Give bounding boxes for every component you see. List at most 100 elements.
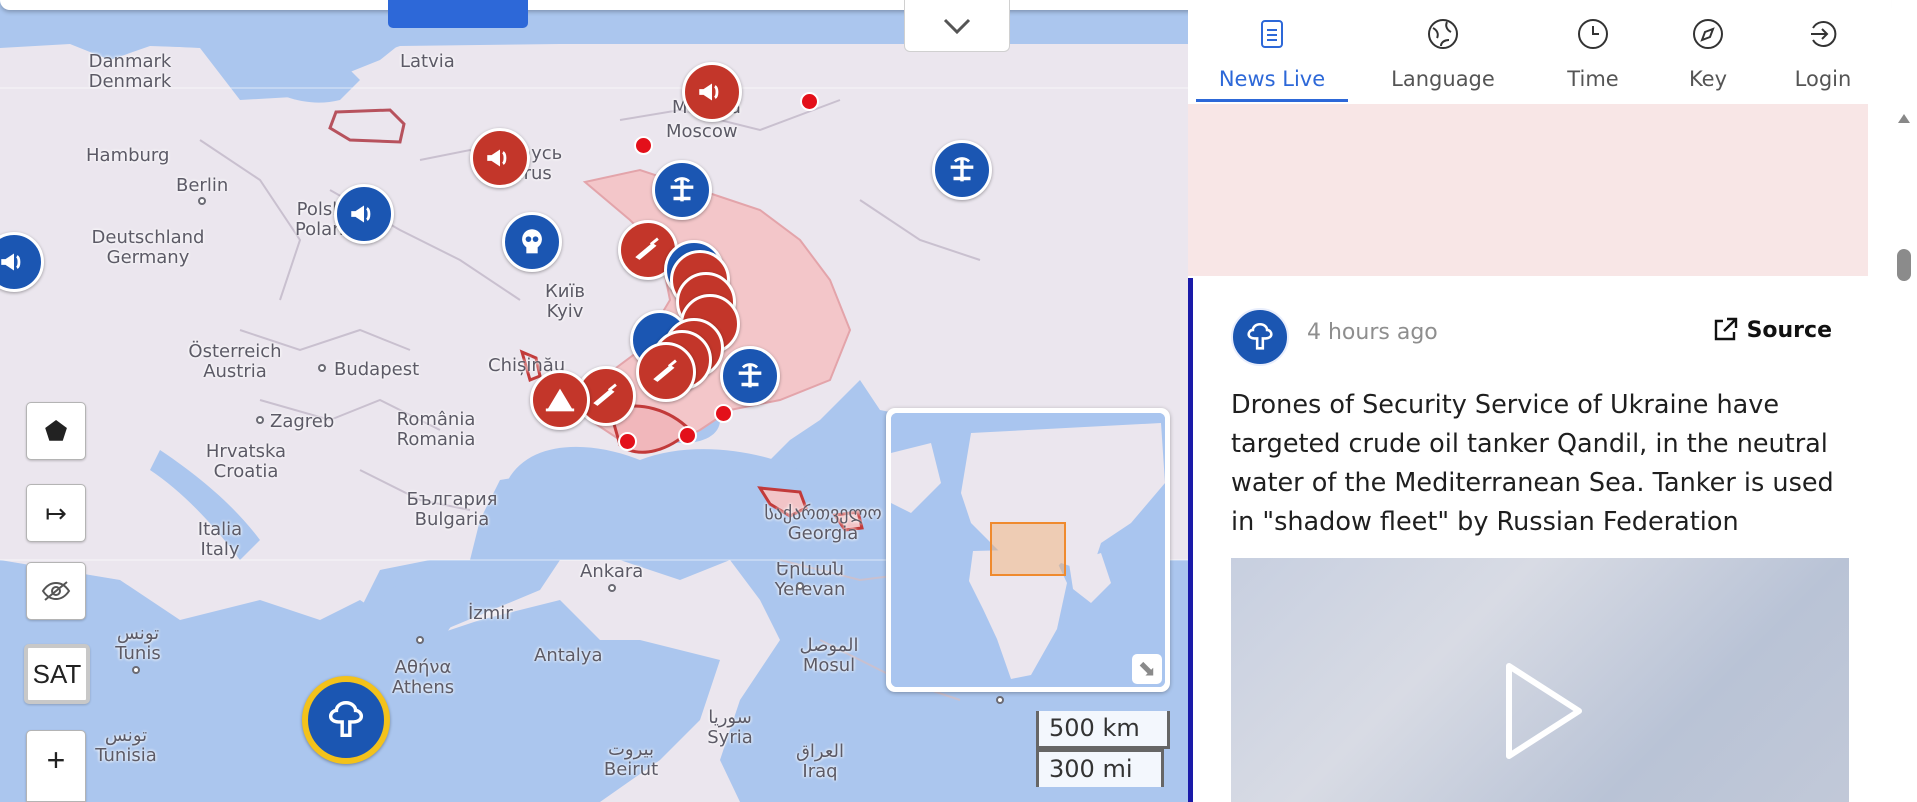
event-dot[interactable] — [634, 136, 653, 155]
map-label-budapest: Budapest — [334, 359, 420, 380]
city-dot — [132, 666, 140, 674]
map-label-hamburg: Hamburg — [86, 145, 170, 166]
overview-minimap[interactable]: ⬊ — [886, 408, 1170, 692]
event-dot[interactable] — [678, 426, 697, 445]
map-label-mosul: الموصل Mosul — [799, 635, 859, 676]
document-icon — [1255, 17, 1289, 51]
camp-event-marker[interactable] — [530, 370, 590, 430]
eye-off-icon — [41, 581, 71, 601]
side-panel: News Live Language Time Key Login 4 hour… — [1188, 0, 1891, 802]
tab-time[interactable]: Time — [1538, 0, 1648, 102]
city-dot — [256, 416, 264, 424]
play-icon[interactable] — [1491, 656, 1591, 766]
post-timestamp: 4 hours ago — [1307, 320, 1438, 345]
event-dot[interactable] — [714, 404, 733, 423]
rifle-icon — [593, 383, 617, 406]
map-label-athens: Αθήνα Athens — [391, 657, 455, 698]
event-dot[interactable] — [800, 92, 819, 111]
plus-icon: + — [46, 741, 66, 778]
tab-label: Login — [1794, 67, 1852, 91]
megaphone-icon — [699, 83, 719, 101]
primary-toolbar-button[interactable] — [388, 0, 528, 28]
tab-login[interactable]: Login — [1768, 0, 1878, 102]
draw-polygon-button[interactable]: ⬟ — [26, 402, 86, 460]
news-feed-item[interactable]: 4 hours ago Source Drones of Security Se… — [1188, 278, 1868, 802]
polygon-icon: ⬟ — [44, 415, 68, 446]
video-player[interactable] — [1231, 558, 1849, 802]
expand-arrow-icon: ⬊ — [1137, 656, 1157, 681]
map-label-tunisia: تونس Tunisia — [95, 725, 157, 766]
antenna-event-marker[interactable] — [932, 140, 992, 200]
external-link-icon — [1714, 317, 1737, 341]
explosion-icon — [328, 701, 364, 738]
toggle-visibility-button[interactable] — [26, 562, 86, 620]
city-dot — [796, 582, 804, 590]
rifle-icon — [635, 237, 659, 260]
collapse-toolbar-button[interactable] — [904, 0, 1010, 52]
map-label-izmir: İzmir — [468, 603, 513, 624]
tab-key[interactable]: Key — [1648, 0, 1768, 102]
map-label-berlin: Berlin — [176, 175, 229, 196]
scale-km: 500 km — [1036, 711, 1170, 749]
rifle-icon — [653, 359, 677, 382]
antenna-event-marker[interactable] — [720, 346, 780, 406]
panel-scrollbar[interactable] — [1891, 104, 1917, 802]
antenna-icon — [670, 177, 694, 202]
satellite-toggle-button[interactable]: SAT — [24, 644, 90, 704]
megaphone-event-marker[interactable] — [334, 184, 394, 244]
map-label-romania: România Romania — [396, 409, 476, 450]
antenna-event-marker[interactable] — [652, 160, 712, 220]
map-label-austria: Österreich Austria — [188, 341, 282, 382]
map-label-italy: Italia Italy — [197, 519, 243, 560]
map-label-iraq: العراق Iraq — [795, 741, 845, 782]
map-label-georgia: საქართველო Georgia — [764, 503, 882, 544]
megaphone-icon — [1, 253, 21, 271]
megaphone-event-marker[interactable] — [470, 128, 530, 188]
chevron-down-icon — [943, 18, 971, 34]
map-label-latvia: Latvia — [400, 51, 455, 72]
antenna-icon — [950, 157, 974, 182]
source-link[interactable]: Source — [1711, 316, 1832, 344]
expand-minimap-button[interactable]: ⬊ — [1132, 654, 1162, 684]
explosion-event-marker-selected[interactable] — [302, 676, 390, 764]
map-label-yerevan: Երևան Yerevan — [774, 559, 846, 600]
globe-icon — [1426, 17, 1460, 51]
rifle-event-marker[interactable] — [636, 342, 696, 402]
tab-label: News Live — [1218, 67, 1326, 91]
event-dot[interactable] — [618, 432, 637, 451]
map-label-ankara: Ankara — [580, 561, 644, 582]
arrow-right-icon: ↦ — [45, 497, 67, 528]
map-canvas[interactable]: Danmark Denmark Latvia Москва Moscow Ham… — [0, 0, 1188, 802]
map-label-kyiv: Київ Kyiv — [544, 281, 586, 322]
skull-event-marker[interactable] — [502, 212, 562, 272]
megaphone-icon — [351, 205, 371, 223]
clock-icon — [1576, 17, 1610, 51]
explosion-icon — [1247, 322, 1273, 350]
login-icon — [1806, 17, 1840, 51]
map-label-tunis: تونس Tunis — [115, 623, 161, 664]
skull-icon — [522, 229, 542, 254]
map-label-denmark: Danmark Denmark — [88, 51, 172, 92]
scale-bar: 500 km 300 mi — [1036, 711, 1170, 787]
scrollbar-thumb[interactable] — [1897, 249, 1911, 281]
source-label: Source — [1746, 317, 1832, 343]
city-dot — [198, 197, 206, 205]
tab-news-live[interactable]: News Live — [1196, 0, 1348, 102]
post-headline: Drones of Security Service of Ukraine ha… — [1231, 390, 1834, 537]
city-dot — [318, 364, 326, 372]
zoom-in-button[interactable]: + — [26, 730, 86, 802]
event-type-avatar — [1231, 308, 1289, 366]
map-label-antalya: Antalya — [534, 645, 603, 666]
tent-icon — [545, 388, 575, 412]
city-dot — [608, 584, 616, 592]
map-label-beirut: بيروت Beirut — [603, 739, 659, 780]
city-dot — [416, 636, 424, 644]
measure-distance-button[interactable]: ↦ — [26, 484, 86, 542]
megaphone-event-marker[interactable] — [682, 62, 742, 122]
scale-mi: 300 mi — [1036, 749, 1164, 787]
map-label-bulgaria: България Bulgaria — [406, 489, 498, 530]
sat-label: SAT — [32, 658, 82, 689]
city-dot — [996, 696, 1004, 704]
tab-language[interactable]: Language — [1348, 0, 1538, 102]
scroll-up-icon[interactable] — [1898, 114, 1910, 123]
